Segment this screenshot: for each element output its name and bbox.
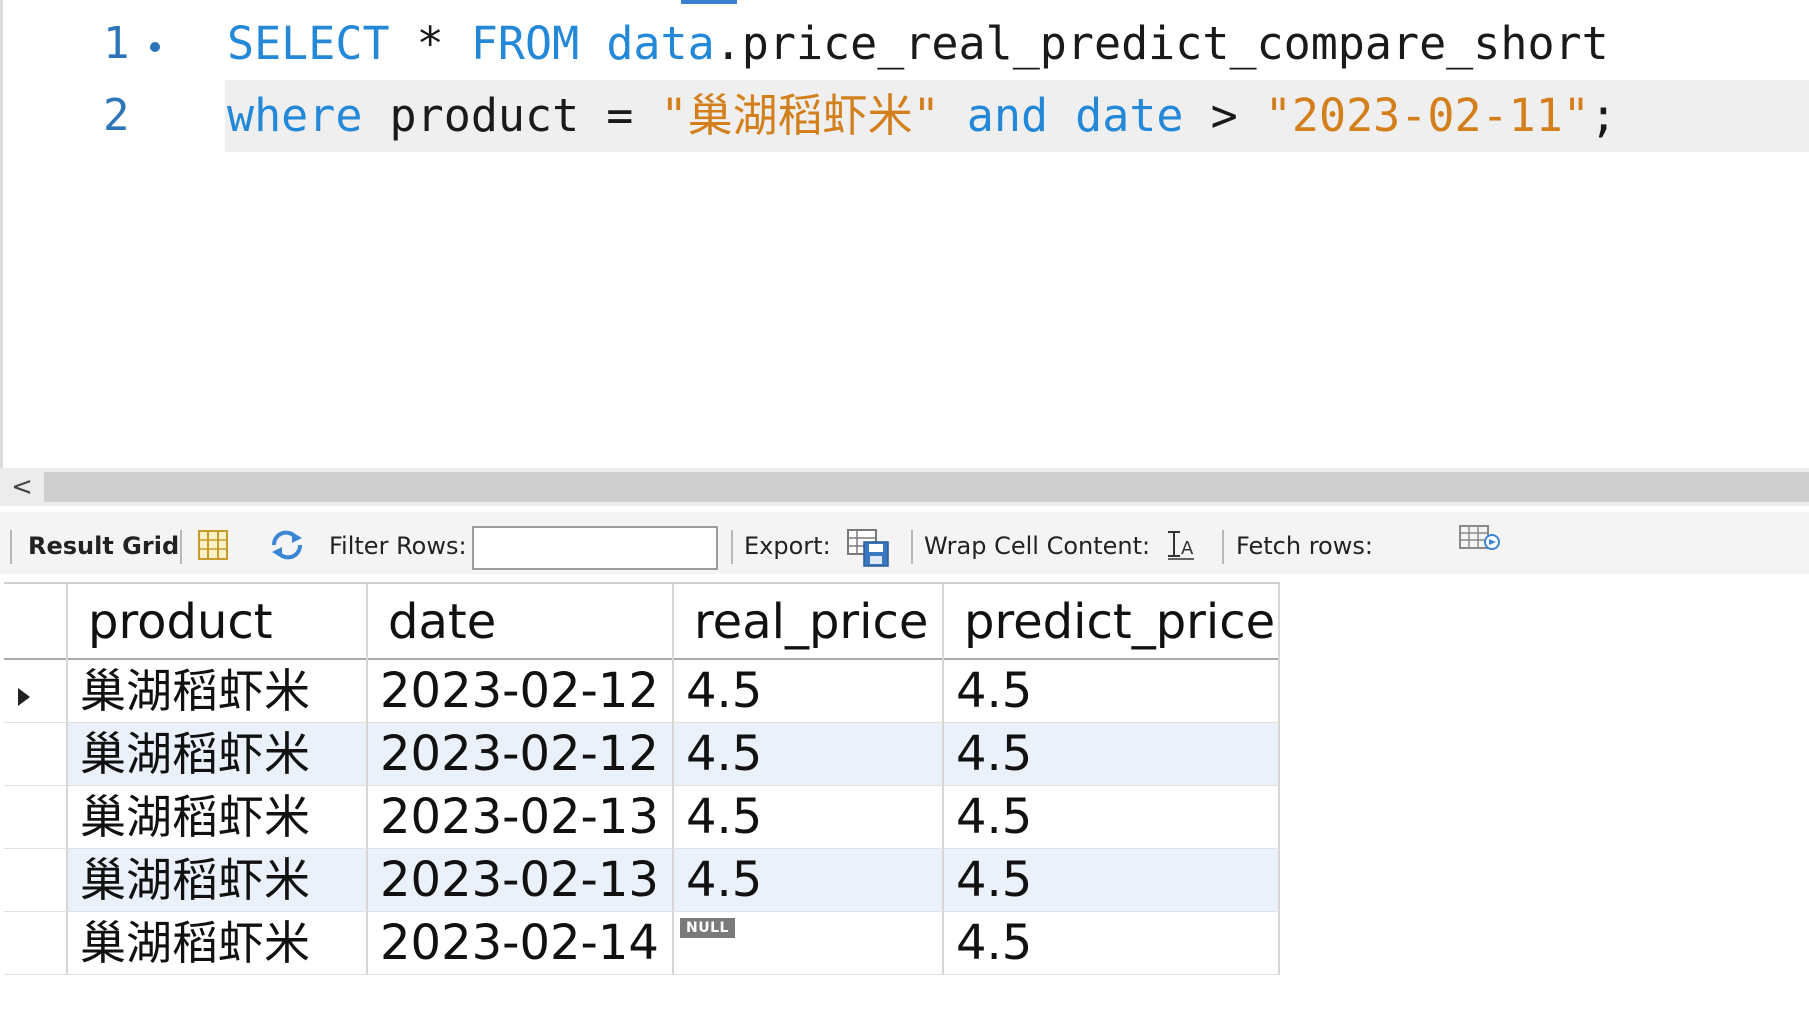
table-row[interactable]: 巢湖稻虾米 2023-02-13 4.5 4.5 (4, 849, 1280, 912)
column-header-real-price[interactable]: real_price (674, 584, 944, 660)
row-selector[interactable] (4, 849, 68, 912)
filter-rows-label: Filter Rows: (329, 532, 467, 560)
sql-text: product = (362, 89, 661, 142)
sql-text: > (1183, 89, 1265, 142)
table-row[interactable]: 巢湖稻虾米 2023-02-12 4.5 4.5 (4, 660, 1280, 723)
grid-view-icon[interactable] (196, 528, 230, 562)
sql-keyword: and (966, 89, 1049, 142)
cell-date[interactable]: 2023-02-13 (368, 849, 674, 912)
scrollbar-thumb[interactable] (44, 472, 1809, 502)
svg-text:A: A (1181, 538, 1194, 559)
cell-product[interactable]: 巢湖稻虾米 (68, 660, 368, 723)
sql-string: "巢湖稻虾米" (660, 89, 940, 142)
sql-keyword: SELECT (227, 17, 390, 70)
row-selector-header[interactable] (4, 584, 68, 660)
cell-product[interactable]: 巢湖稻虾米 (68, 786, 368, 849)
cell-predict-price[interactable]: 4.5 (944, 786, 1280, 849)
code-line-2[interactable]: 2 where product = "巢湖稻虾米" and date > "20… (0, 80, 1809, 152)
cell-date[interactable]: 2023-02-14 (368, 912, 674, 975)
grid-header-row: product date real_price predict_price (4, 582, 1280, 660)
column-header-predict-price[interactable]: predict_price (944, 584, 1280, 660)
cell-predict-price[interactable]: 4.5 (944, 660, 1280, 723)
code-line-1[interactable]: 1 SELECT * FROM data.price_real_predict_… (0, 8, 1809, 80)
result-grid-tab[interactable]: Result Grid (28, 527, 179, 565)
cell-date[interactable]: 2023-02-12 (368, 660, 674, 723)
sql-editor[interactable]: 1 SELECT * FROM data.price_real_predict_… (0, 0, 1809, 468)
table-row[interactable]: 巢湖稻虾米 2023-02-12 4.5 4.5 (4, 723, 1280, 786)
sql-keyword: date (1075, 89, 1184, 142)
code-text[interactable]: SELECT * FROM data.price_real_predict_co… (227, 8, 1609, 80)
sql-text: .price_real_predict_compare_short (714, 17, 1609, 70)
cell-real-price[interactable]: 4.5 (674, 660, 944, 723)
cell-real-price[interactable]: 4.5 (674, 786, 944, 849)
cell-product[interactable]: 巢湖稻虾米 (68, 849, 368, 912)
statement-marker-icon (150, 42, 160, 52)
sql-keyword: FROM (470, 17, 580, 70)
null-badge: NULL (680, 918, 735, 938)
sql-text: * (389, 17, 471, 70)
cell-predict-price[interactable]: 4.5 (944, 912, 1280, 975)
export-label: Export: (744, 532, 831, 560)
column-header-date[interactable]: date (368, 584, 674, 660)
code-text[interactable]: where product = "巢湖稻虾米" and date > "2023… (227, 80, 1617, 152)
cell-real-price[interactable]: NULL (674, 912, 944, 975)
current-row-arrow-icon (18, 688, 30, 706)
toolbar-separator (911, 530, 913, 564)
cell-product[interactable]: 巢湖稻虾米 (68, 912, 368, 975)
cell-date[interactable]: 2023-02-13 (368, 786, 674, 849)
table-row[interactable]: 巢湖稻虾米 2023-02-13 4.5 4.5 (4, 786, 1280, 849)
line-number: 2 (103, 90, 130, 141)
line-number: 1 (103, 18, 130, 69)
scroll-left-arrow-icon[interactable]: < (6, 470, 38, 504)
toolbar-separator (180, 530, 182, 564)
cell-predict-price[interactable]: 4.5 (944, 723, 1280, 786)
fetch-rows-label: Fetch rows: (1236, 532, 1373, 560)
result-toolbar: Result Grid Filter Rows: Export: Wrap Ce… (0, 512, 1809, 574)
sql-keyword: data (606, 17, 715, 70)
row-selector[interactable] (4, 912, 68, 975)
cell-real-price[interactable]: 4.5 (674, 723, 944, 786)
table-row[interactable]: 巢湖稻虾米 2023-02-14 NULL 4.5 (4, 912, 1280, 975)
cell-date[interactable]: 2023-02-12 (368, 723, 674, 786)
wrap-cell-content-label: Wrap Cell Content: (924, 532, 1151, 560)
row-selector[interactable] (4, 723, 68, 786)
sql-string: "2023-02-11" (1264, 89, 1590, 142)
sql-workbench-window: 1 SELECT * FROM data.price_real_predict_… (0, 0, 1809, 1028)
toolbar-separator (10, 530, 12, 564)
editor-top-marker (681, 0, 737, 4)
column-header-product[interactable]: product (68, 584, 368, 660)
fetch-rows-icon[interactable] (1458, 522, 1502, 556)
editor-horizontal-scrollbar[interactable]: < (0, 468, 1809, 506)
cell-product[interactable]: 巢湖稻虾米 (68, 723, 368, 786)
toolbar-separator (1222, 530, 1224, 564)
filter-rows-input[interactable] (472, 526, 718, 570)
wrap-cell-icon[interactable]: A (1164, 528, 1198, 562)
toolbar-separator (731, 530, 733, 564)
export-icon[interactable] (846, 528, 892, 567)
sql-text: ; (1589, 89, 1617, 142)
cell-real-price[interactable]: 4.5 (674, 849, 944, 912)
cell-predict-price[interactable]: 4.5 (944, 849, 1280, 912)
result-grid[interactable]: product date real_price predict_price 巢湖… (4, 582, 1280, 1028)
refresh-icon[interactable] (268, 528, 303, 562)
sql-keyword: where (227, 89, 363, 142)
row-selector[interactable] (4, 660, 68, 723)
row-selector[interactable] (4, 786, 68, 849)
